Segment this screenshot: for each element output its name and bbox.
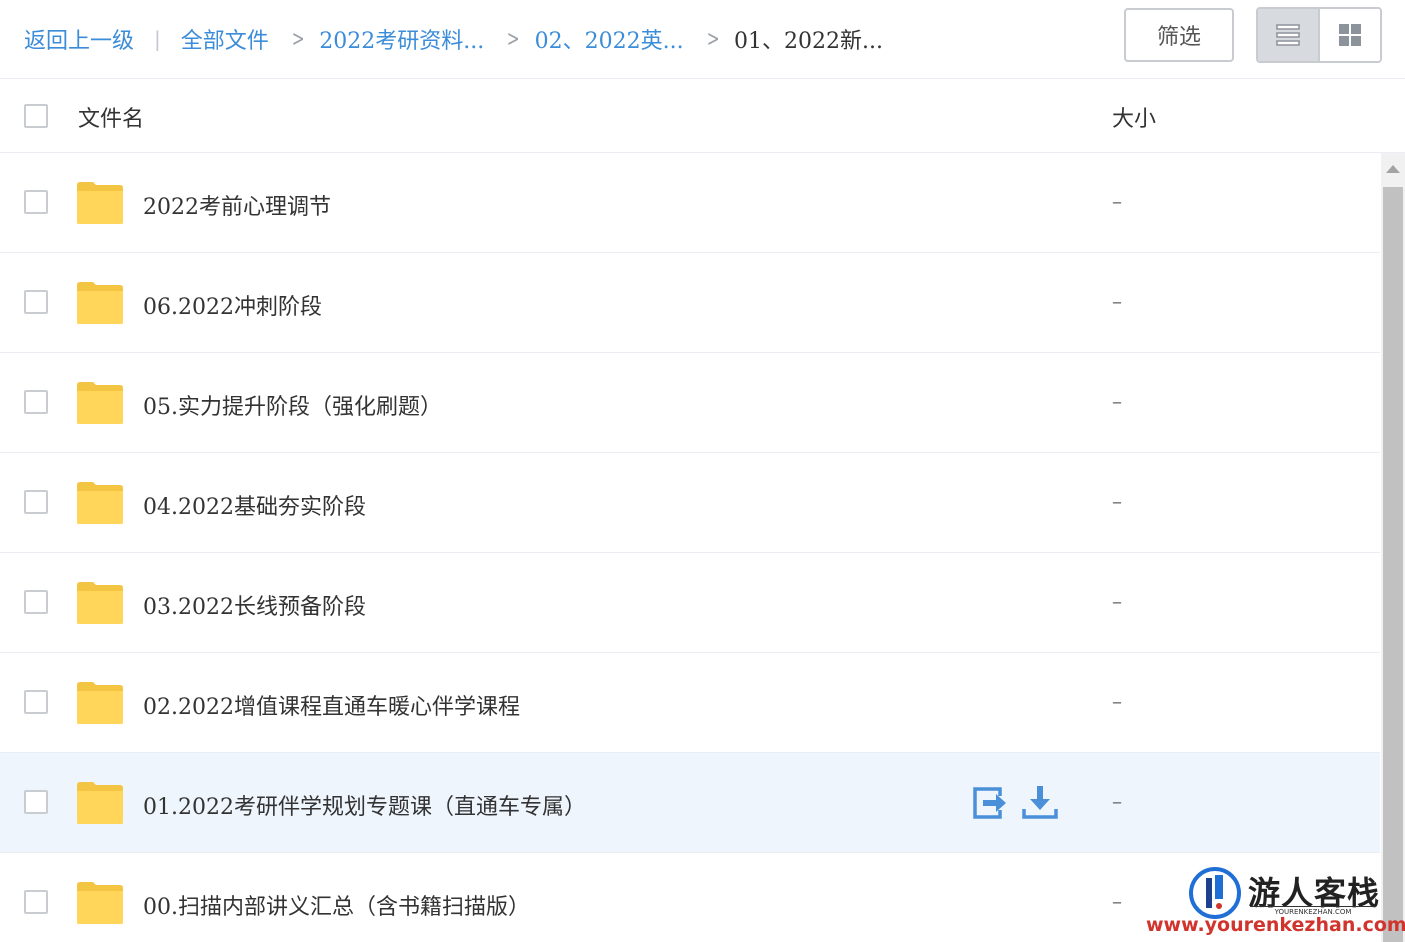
table-row[interactable]: 06.2022冲刺阶段 –: [0, 253, 1380, 353]
file-name[interactable]: 2022考前心理调节: [143, 189, 331, 221]
file-size: –: [1112, 389, 1122, 413]
breadcrumb-current: 01、2022新...: [734, 29, 883, 54]
row-checkbox[interactable]: [24, 590, 48, 614]
file-name[interactable]: 02.2022增值课程直通车暖心伴学课程: [143, 689, 520, 721]
watermark: 游人客栈 YOURENKEZHAN.COM www.yourenkezhan.c…: [1146, 862, 1405, 942]
folder-icon: [77, 882, 123, 924]
column-header-name[interactable]: 文件名: [78, 101, 144, 133]
folder-icon: [77, 382, 123, 424]
filter-button[interactable]: 筛选: [1124, 8, 1234, 62]
folder-icon: [77, 482, 123, 524]
file-size: –: [1112, 889, 1122, 913]
file-size: –: [1112, 789, 1122, 813]
row-checkbox[interactable]: [24, 190, 48, 214]
share-icon[interactable]: [970, 784, 1008, 822]
folder-icon: [77, 582, 123, 624]
file-name[interactable]: 06.2022冲刺阶段: [143, 289, 322, 321]
file-size: –: [1112, 189, 1122, 213]
table-header: 文件名 大小: [0, 79, 1405, 153]
column-header-size[interactable]: 大小: [1112, 101, 1156, 133]
file-name[interactable]: 05.实力提升阶段（强化刷题）: [143, 389, 442, 421]
watermark-url: www.yourenkezhan.com: [1146, 914, 1405, 936]
table-row[interactable]: 02.2022增值课程直通车暖心伴学课程 –: [0, 653, 1380, 753]
grid-view-icon: [1339, 24, 1361, 46]
row-checkbox[interactable]: [24, 890, 48, 914]
file-size: –: [1112, 689, 1122, 713]
chevron-right-icon: >: [506, 26, 520, 52]
scroll-up-arrow-icon[interactable]: [1381, 153, 1405, 185]
file-size: –: [1112, 589, 1122, 613]
row-checkbox[interactable]: [24, 790, 48, 814]
table-row[interactable]: 04.2022基础夯实阶段 –: [0, 453, 1380, 553]
grid-view-button[interactable]: [1318, 9, 1380, 61]
file-name[interactable]: 04.2022基础夯实阶段: [143, 489, 366, 521]
table-row[interactable]: 01.2022考研伴学规划专题课（直通车专属） –: [0, 753, 1380, 853]
select-all-checkbox[interactable]: [24, 104, 48, 128]
download-icon[interactable]: [1021, 784, 1059, 822]
breadcrumb-level2[interactable]: 02、2022英...: [535, 23, 684, 55]
back-link[interactable]: 返回上一级: [24, 23, 134, 55]
view-toggle: [1256, 7, 1382, 63]
file-list: 2022考前心理调节 – 06.2022冲刺阶段 – 05.实力提升阶段（强化刷…: [0, 153, 1380, 942]
chevron-right-icon: >: [706, 26, 720, 52]
file-name[interactable]: 03.2022长线预备阶段: [143, 589, 366, 621]
table-row[interactable]: 2022考前心理调节 –: [0, 153, 1380, 253]
row-checkbox[interactable]: [24, 490, 48, 514]
breadcrumb-level1[interactable]: 2022考研资料...: [319, 23, 484, 55]
folder-icon: [77, 182, 123, 224]
chevron-right-icon: >: [291, 26, 305, 52]
list-view-button[interactable]: [1258, 9, 1318, 61]
watermark-logo-icon: [1189, 867, 1241, 919]
file-name[interactable]: 00.扫描内部讲义汇总（含书籍扫描版）: [143, 889, 530, 921]
breadcrumb-all-files[interactable]: 全部文件: [181, 23, 269, 55]
row-checkbox[interactable]: [24, 690, 48, 714]
scrollbar-thumb[interactable]: [1383, 187, 1403, 942]
table-row[interactable]: 05.实力提升阶段（强化刷题） –: [0, 353, 1380, 453]
folder-icon: [77, 682, 123, 724]
file-name[interactable]: 01.2022考研伴学规划专题课（直通车专属）: [143, 789, 586, 821]
breadcrumb: 返回上一级 | 全部文件 > 2022考研资料... > 02、2022英...…: [24, 22, 883, 56]
row-checkbox[interactable]: [24, 390, 48, 414]
list-view-icon: [1276, 24, 1300, 46]
row-checkbox[interactable]: [24, 290, 48, 314]
table-row[interactable]: 03.2022长线预备阶段 –: [0, 553, 1380, 653]
file-size: –: [1112, 489, 1122, 513]
folder-icon: [77, 282, 123, 324]
vertical-scrollbar[interactable]: [1381, 153, 1405, 942]
top-bar: 返回上一级 | 全部文件 > 2022考研资料... > 02、2022英...…: [0, 0, 1405, 79]
breadcrumb-divider: |: [154, 27, 161, 51]
folder-icon: [77, 782, 123, 824]
file-size: –: [1112, 289, 1122, 313]
